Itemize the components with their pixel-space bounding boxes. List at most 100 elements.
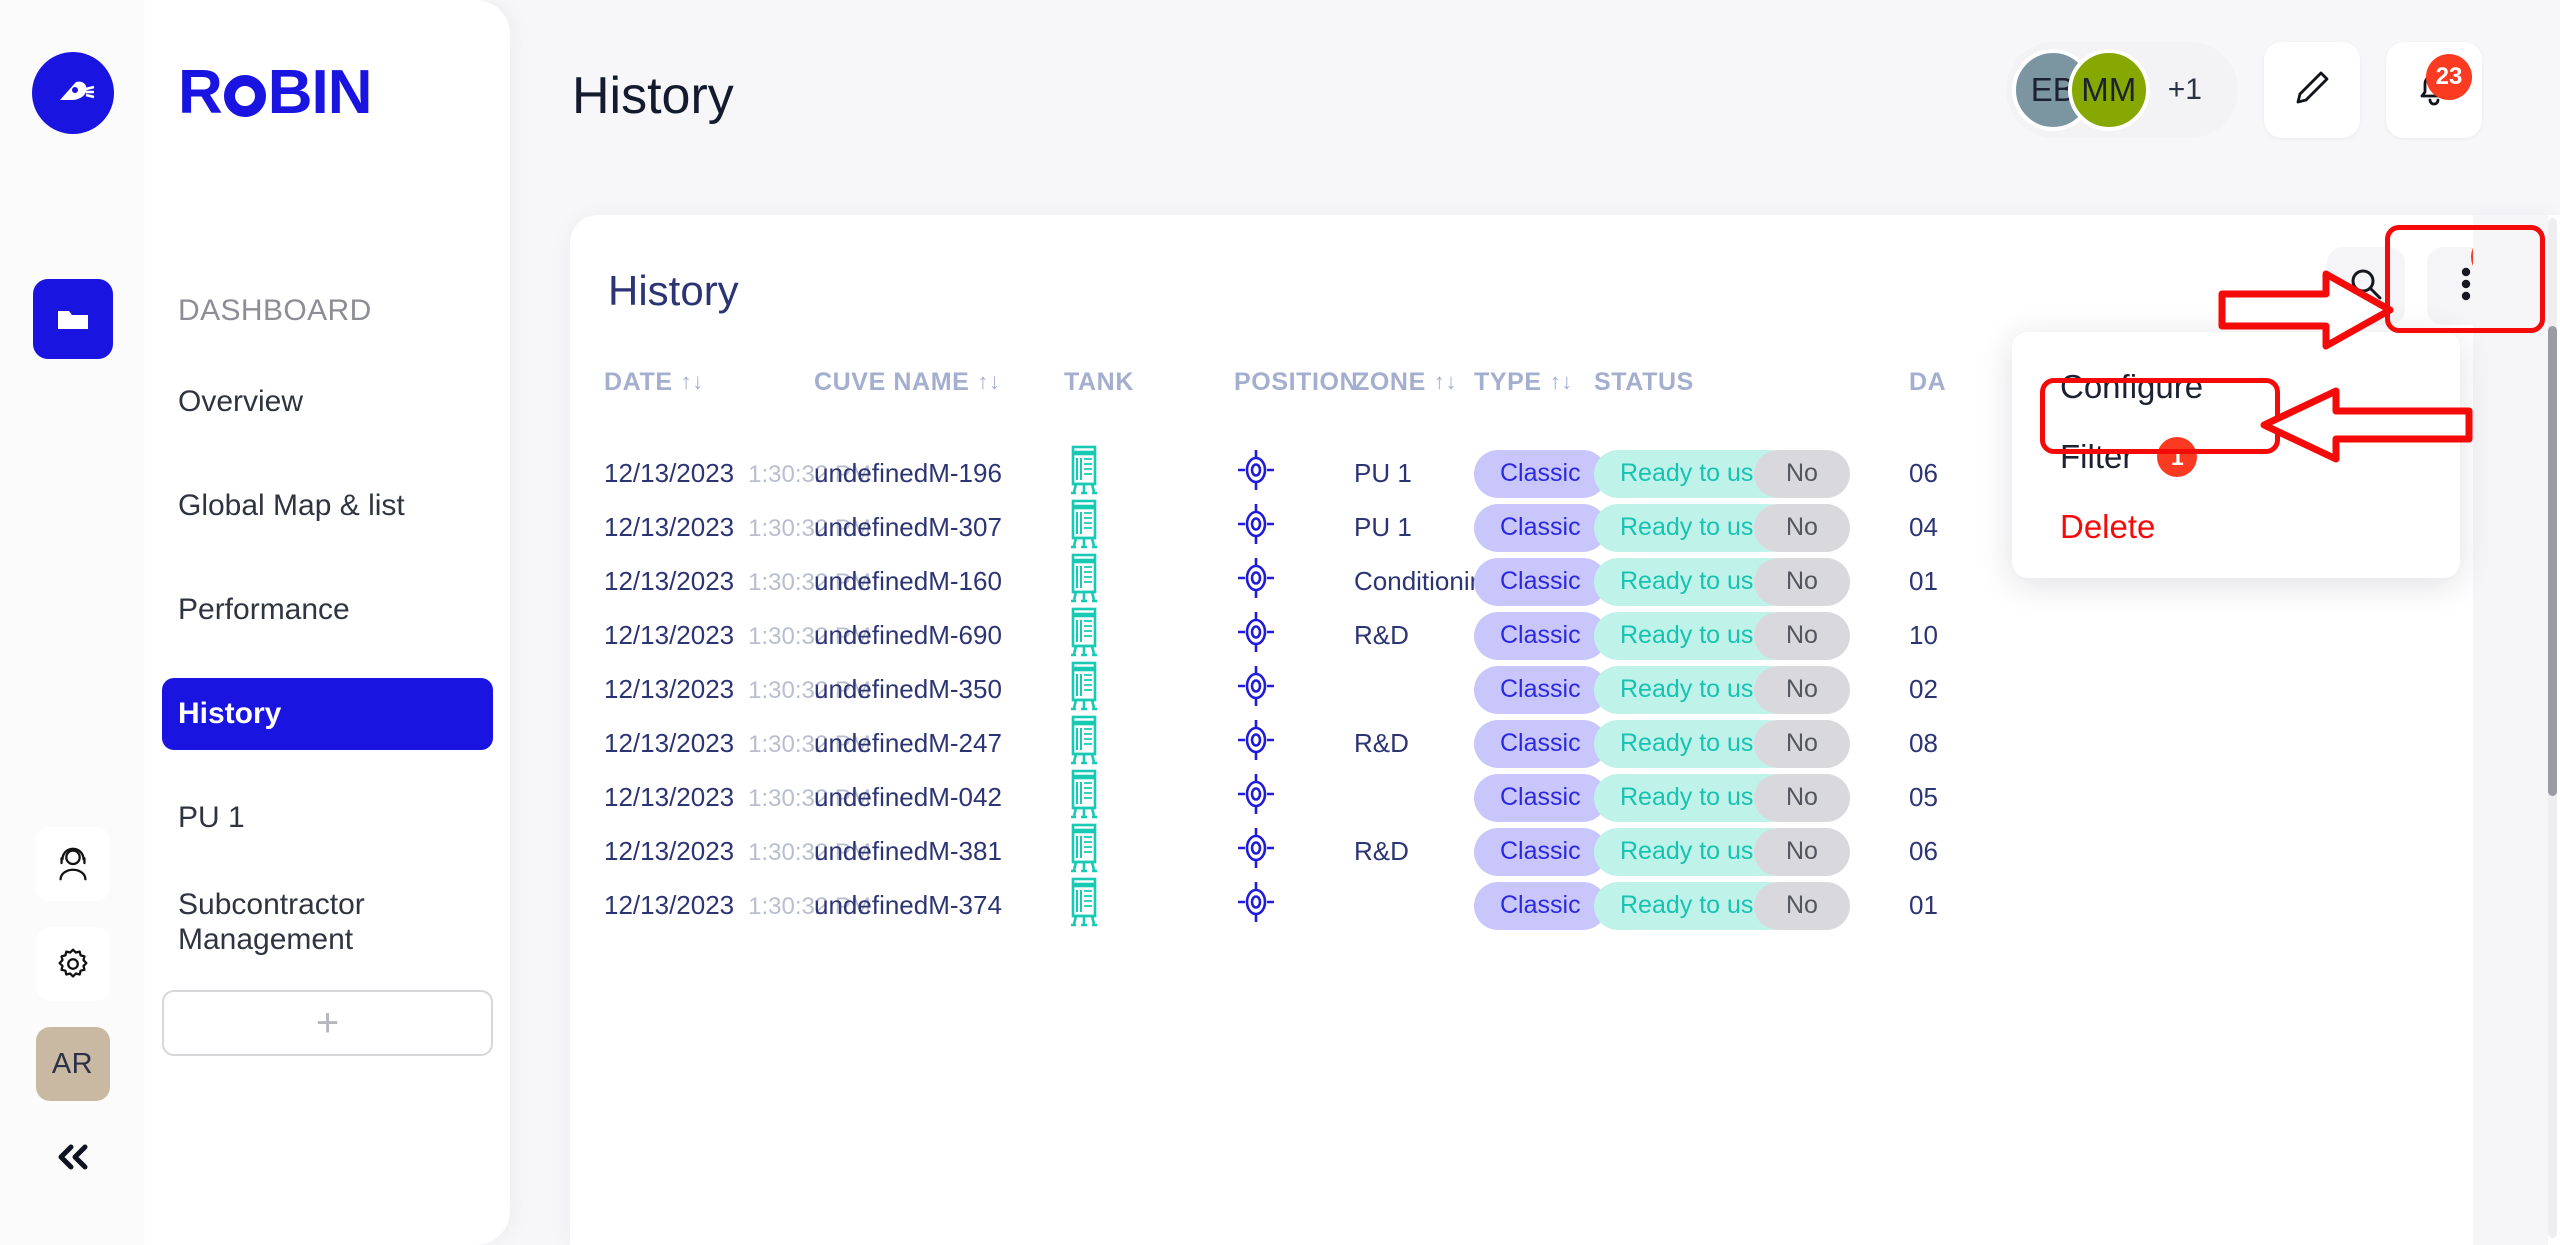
column-header-tank[interactable]: TANK [1064,368,1234,397]
sidebar-item-pu-1[interactable]: PU 1 [162,782,493,854]
date-value: 12/13/2023 [604,620,735,650]
gear-icon[interactable] [35,927,110,1001]
sort-icon[interactable]: ↑↓ [1434,369,1457,395]
table-row[interactable]: 12/13/2023 1:30:32 PM undefinedM-690 R&D… [570,605,2560,660]
app-root: AR R BIN DASHBOARD Overview Global Map &… [0,0,2560,1245]
cell-status: Ready to use [1594,773,1794,822]
tank-icon [1064,659,1234,720]
cell-status: Ready to use [1594,611,1794,660]
table-row[interactable]: 12/13/2023 1:30:32 PM undefinedM-247 R&D… [570,713,2560,768]
cell-date: 12/13/2023 1:30:32 PM [604,458,871,489]
column-header-cuve-name[interactable]: CUVE NAME ↑↓ [814,368,1064,397]
column-label: STATUS [1594,367,1694,396]
tank-icon [1064,605,1234,666]
notifications-button[interactable]: 23 [2386,42,2482,138]
cell-type: Classic [1474,503,1607,552]
search-button[interactable] [2327,247,2405,325]
cell-flag: No [1754,719,1909,768]
add-dashboard-button[interactable]: + [162,989,493,1056]
right-edge-strip [2473,215,2548,1245]
sort-icon[interactable]: ↑↓ [1550,369,1573,395]
cell-cuve-name: undefinedM-196 [814,458,1002,488]
cell-flag: No [1754,557,1909,606]
status-badge: No [1754,665,1850,714]
cell-flag: No [1754,611,1909,660]
date-value: 12/13/2023 [604,566,735,596]
cell-zone: Conditioning [1354,566,1499,596]
avatar[interactable]: MM [2067,49,2150,131]
column-header-status[interactable]: STATUS [1594,368,1754,397]
menu-item-filter[interactable]: Filter 1 [2012,422,2460,492]
tank-icon [1064,767,1234,828]
cell-status: Ready to use [1594,719,1794,768]
sidebar-item-overview[interactable]: Overview [162,366,493,438]
cell-da-truncated: 10 [1909,620,1938,650]
menu-item-label: Configure [2060,368,2204,405]
table-row[interactable]: 12/13/2023 1:30:32 PM undefinedM-374 Cla… [570,875,2560,930]
rail-bottom-group: AR [0,827,145,1187]
position-target-icon [1234,445,1354,502]
menu-item-configure[interactable]: Configure [2012,352,2460,422]
position-target-icon [1234,499,1354,556]
sidebar-item-performance[interactable]: Performance [162,574,493,646]
menu-item-delete[interactable]: Delete [2012,492,2460,562]
cell-da-truncated: 08 [1909,728,1938,758]
cell-date: 12/13/2023 1:30:32 PM [604,728,871,759]
cell-flag: No [1754,773,1909,822]
date-value: 12/13/2023 [604,728,735,758]
cell-da-truncated: 06 [1909,836,1938,866]
cell-zone: PU 1 [1354,458,1412,488]
sort-icon[interactable]: ↑↓ [681,369,704,395]
cell-flag: No [1754,827,1909,876]
top-bar: History EB MM +1 23 [510,0,2560,215]
scrollbar-thumb[interactable] [2548,326,2557,796]
cell-flag: No [1754,881,1909,930]
cell-cuve-name: undefinedM-374 [814,890,1002,920]
cell-type: Classic [1474,557,1607,606]
sidebar-item-subcontractor-management[interactable]: Subcontractor Management [162,886,493,958]
column-label: DA [1909,367,1947,396]
status-badge: Classic [1474,557,1607,606]
tank-icon [1064,443,1234,504]
table-row[interactable]: 12/13/2023 1:30:32 PM undefinedM-350 Cla… [570,659,2560,714]
date-value: 12/13/2023 [604,890,735,920]
status-badge: No [1754,773,1850,822]
robin-bird-logo[interactable] [31,52,114,134]
sidebar-item-label: Subcontractor Management [178,888,365,956]
folder-icon[interactable] [32,279,113,359]
edit-button[interactable] [2264,42,2360,138]
column-header-date[interactable]: DATE ↑↓ [604,368,814,397]
table-row[interactable]: 12/13/2023 1:30:32 PM undefinedM-381 R&D… [570,821,2560,876]
cell-date: 12/13/2023 1:30:32 PM [604,890,871,921]
menu-item-label: Filter [2060,438,2134,475]
status-badge: Classic [1474,881,1607,930]
column-label: TANK [1064,367,1134,396]
sidebar-item-global-map-list[interactable]: Global Map & list [162,470,493,542]
sidebar-section-label: DASHBOARD [178,294,372,327]
brand-logo: R BIN [178,62,510,124]
filter-count-badge: 1 [2157,437,2198,477]
top-bar-actions: EB MM +1 23 [2005,42,2482,138]
vertical-scrollbar[interactable] [2548,218,2557,1238]
status-badge: No [1754,557,1850,606]
sidebar-item-history[interactable]: History [162,678,493,750]
column-header-type[interactable]: TYPE ↑↓ [1474,368,1594,397]
cell-type: Classic [1474,881,1607,930]
date-value: 12/13/2023 [604,836,735,866]
column-header-position[interactable]: POSITION [1234,368,1358,397]
headset-support-icon[interactable] [35,827,110,901]
double-chevron-left-icon[interactable] [36,1127,110,1187]
cell-type: Classic [1474,719,1607,768]
avatar[interactable]: AR [35,1027,110,1101]
position-target-icon [1234,769,1354,826]
table-row[interactable]: 12/13/2023 1:30:32 PM undefinedM-042 Cla… [570,767,2560,822]
column-header-zone[interactable]: ZONE ↑↓ [1354,368,1474,397]
cell-date: 12/13/2023 1:30:32 PM [604,620,871,651]
sidebar-nav-panel: R BIN DASHBOARD Overview Global Map & li… [145,0,510,1245]
avatar-overflow-count[interactable]: +1 [2168,73,2202,107]
sort-icon[interactable]: ↑↓ [977,369,1000,395]
status-badge: No [1754,881,1850,930]
brand-text-right: BIN [267,58,373,127]
avatar-group[interactable]: EB MM +1 [2005,42,2238,138]
tank-icon [1064,875,1234,936]
